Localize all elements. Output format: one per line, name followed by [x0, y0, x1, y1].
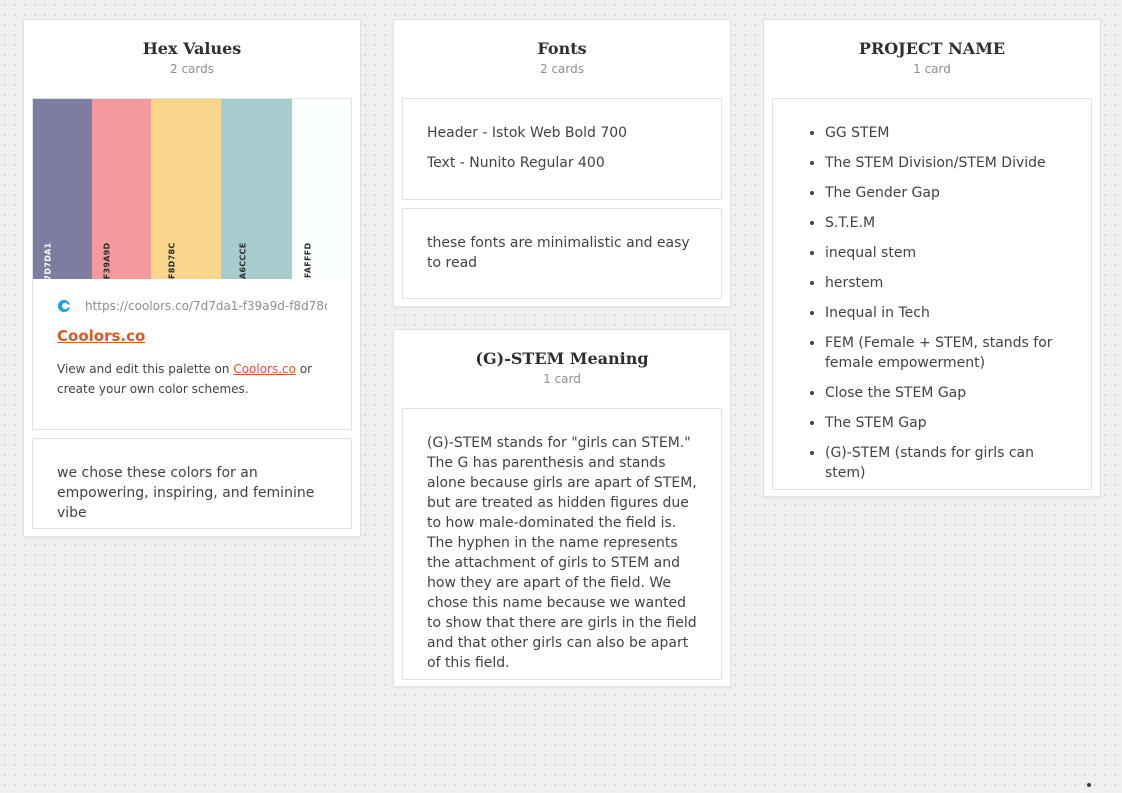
link-title[interactable]: Coolors.co [57, 327, 145, 345]
link-url[interactable]: https://coolors.co/7d7da1-f39a9d-f8d78c-… [85, 299, 327, 313]
list-item: GG STEM [825, 123, 1067, 143]
link-description: View and edit this palette on Coolors.co… [57, 359, 327, 399]
card-text: Header - Istok Web Bold 700 Text - Nunit… [403, 99, 721, 207]
list-item: The STEM Gap [825, 413, 1067, 433]
list-item: S.T.E.M [825, 213, 1067, 233]
note-card[interactable]: we chose these colors for an empowering,… [32, 438, 352, 529]
list-item: herstem [825, 273, 1067, 293]
list-item: Close the STEM Gap [825, 383, 1067, 403]
link-preview: https://coolors.co/7d7da1-f39a9d-f8d78c-… [33, 279, 351, 419]
meaning-card[interactable]: (G)-STEM stands for "girls can STEM." Th… [402, 408, 722, 680]
canvas-dot [1087, 783, 1091, 787]
swatch-2[interactable]: F39A9D [91, 99, 151, 279]
column-fonts: Fonts 2 cards Header - Istok Web Bold 70… [393, 19, 731, 307]
coolors-logo-icon [58, 300, 71, 312]
swatch-4[interactable]: A6CCCE [221, 99, 293, 279]
list-item: Inequal in Tech [825, 303, 1067, 323]
column-gstem-meaning: (G)-STEM Meaning 1 card (G)-STEM stands … [393, 329, 731, 687]
column-card-count: 1 card [913, 62, 951, 76]
font-line-text: Text - Nunito Regular 400 [427, 155, 605, 171]
column-card-count: 1 card [543, 372, 581, 386]
color-palette[interactable]: 7D7DA1 F39A9D F8D78C A6CCCE FAFFFD [33, 99, 352, 280]
column-header: PROJECT NAME 1 card [764, 20, 1100, 98]
project-names-card[interactable]: GG STEM The STEM Division/STEM Divide Th… [772, 98, 1092, 490]
list-item: FEM (Female + STEM, stands for female em… [825, 333, 1067, 373]
card-text: these fonts are minimalistic and easy to… [427, 235, 690, 271]
column-title[interactable]: Fonts [394, 38, 730, 60]
project-name-list: GG STEM The STEM Division/STEM Divide Th… [773, 99, 1091, 507]
card-text: we chose these colors for an empowering,… [57, 465, 315, 521]
column-title[interactable]: Hex Values [24, 38, 360, 60]
link-desc-prefix: View and edit this palette on [57, 362, 234, 376]
fonts-card[interactable]: Header - Istok Web Bold 700 Text - Nunit… [402, 98, 722, 200]
swatch-3[interactable]: F8D78C [150, 99, 222, 279]
column-title[interactable]: PROJECT NAME [764, 38, 1100, 60]
list-item: The STEM Division/STEM Divide [825, 153, 1067, 173]
swatch-5[interactable]: FAFFFD [292, 99, 352, 279]
column-header: Hex Values 2 cards [24, 20, 360, 98]
card-text: (G)-STEM stands for "girls can STEM." Th… [427, 435, 697, 671]
column-title[interactable]: (G)-STEM Meaning [394, 348, 730, 370]
swatch-hex-label: F39A9D [102, 242, 112, 280]
column-header: Fonts 2 cards [394, 20, 730, 98]
note-card[interactable]: these fonts are minimalistic and easy to… [402, 208, 722, 299]
column-card-count: 2 cards [540, 62, 584, 76]
link-desc-link[interactable]: Coolors.co [233, 362, 296, 376]
list-item: inequal stem [825, 243, 1067, 263]
column-header: (G)-STEM Meaning 1 card [394, 330, 730, 408]
swatch-hex-label: FAFFFD [303, 242, 313, 279]
swatch-hex-label: A6CCCE [238, 242, 248, 280]
list-item: (G)-STEM (stands for girls can stem) [825, 443, 1067, 483]
palette-card[interactable]: 7D7DA1 F39A9D F8D78C A6CCCE FAFFFD https… [32, 98, 352, 430]
link-url-row[interactable]: https://coolors.co/7d7da1-f39a9d-f8d78c-… [57, 299, 327, 313]
swatch-hex-label: F8D78C [167, 242, 177, 279]
column-card-count: 2 cards [170, 62, 214, 76]
swatch-hex-label: 7D7DA1 [43, 242, 53, 281]
column-project-name: PROJECT NAME 1 card GG STEM The STEM Div… [763, 19, 1101, 497]
column-hex-values: Hex Values 2 cards 7D7DA1 F39A9D F8D78C … [23, 19, 361, 537]
swatch-1[interactable]: 7D7DA1 [33, 99, 92, 280]
list-item: The Gender Gap [825, 183, 1067, 203]
font-line-header: Header - Istok Web Bold 700 [427, 125, 628, 141]
